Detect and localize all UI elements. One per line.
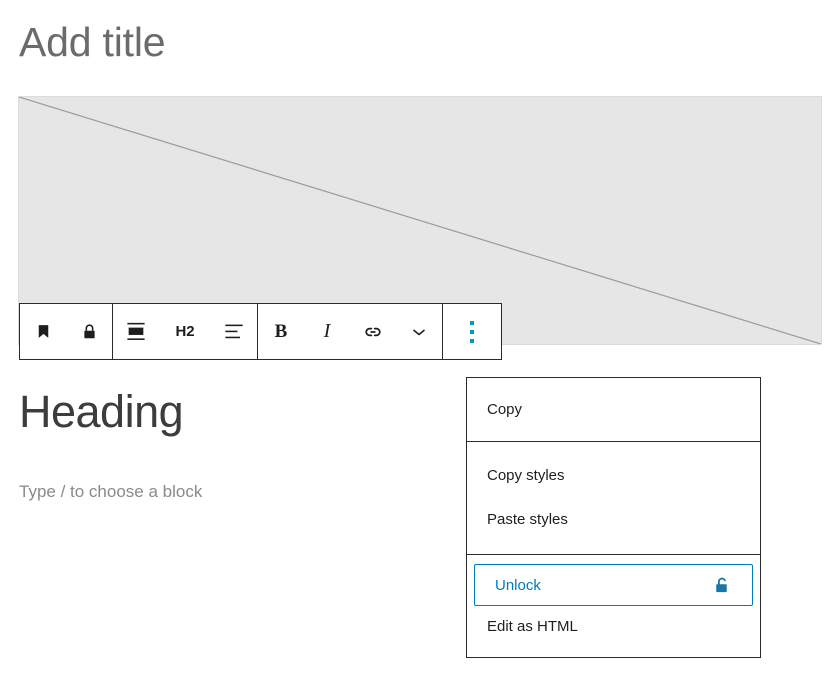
link-icon [362, 321, 384, 343]
align-text-button[interactable] [211, 304, 257, 359]
block-options-button[interactable] [443, 304, 501, 359]
menu-item-label: Copy styles [487, 467, 565, 484]
advanced-section: Unlock Edit as HTML [467, 555, 760, 657]
options-group [443, 304, 501, 359]
lock-closed-icon [80, 322, 99, 341]
change-alignment-button[interactable] [113, 304, 159, 359]
text-format-group: B I [258, 304, 443, 359]
align-text-left-icon [223, 322, 245, 341]
heading-level-button[interactable]: H2 [159, 304, 211, 359]
styles-section: Copy styles Paste styles [467, 442, 760, 555]
lock-open-icon [711, 575, 732, 596]
chevron-down-icon [409, 322, 429, 342]
block-format-group: H2 [113, 304, 258, 359]
heading-block[interactable]: Heading [19, 381, 183, 443]
menu-item-edit-as-html[interactable]: Edit as HTML [467, 606, 760, 646]
menu-item-unlock[interactable]: Unlock [474, 564, 753, 606]
bold-button[interactable]: B [258, 304, 304, 359]
menu-item-label: Edit as HTML [487, 618, 578, 635]
menu-item-paste-styles[interactable]: Paste styles [467, 497, 760, 541]
heading-level-label: H2 [176, 323, 195, 340]
menu-item-label: Unlock [495, 577, 541, 594]
clipboard-section: Copy [467, 378, 760, 442]
paragraph-block-placeholder[interactable]: Type / to choose a block [19, 479, 202, 505]
menu-item-copy[interactable]: Copy [467, 391, 760, 428]
link-button[interactable] [350, 304, 396, 359]
menu-item-label: Paste styles [487, 511, 568, 528]
bookmark-icon [34, 322, 53, 341]
kebab-menu-icon [470, 318, 474, 345]
more-formats-button[interactable] [396, 304, 442, 359]
lock-indicator-button[interactable] [66, 304, 112, 359]
menu-item-label: Copy [487, 401, 522, 418]
bold-label: B [275, 321, 288, 343]
align-block-icon [125, 322, 147, 341]
italic-button[interactable]: I [304, 304, 350, 359]
menu-item-copy-styles[interactable]: Copy styles [467, 453, 760, 497]
block-type-group [20, 304, 113, 359]
block-options-menu: Copy Copy styles Paste styles Unlock Edi… [466, 377, 761, 658]
italic-label: I [324, 320, 331, 343]
block-icon-button[interactable] [20, 304, 66, 359]
block-toolbar: H2 B I [19, 303, 502, 360]
post-title-placeholder[interactable]: Add title [19, 13, 165, 71]
